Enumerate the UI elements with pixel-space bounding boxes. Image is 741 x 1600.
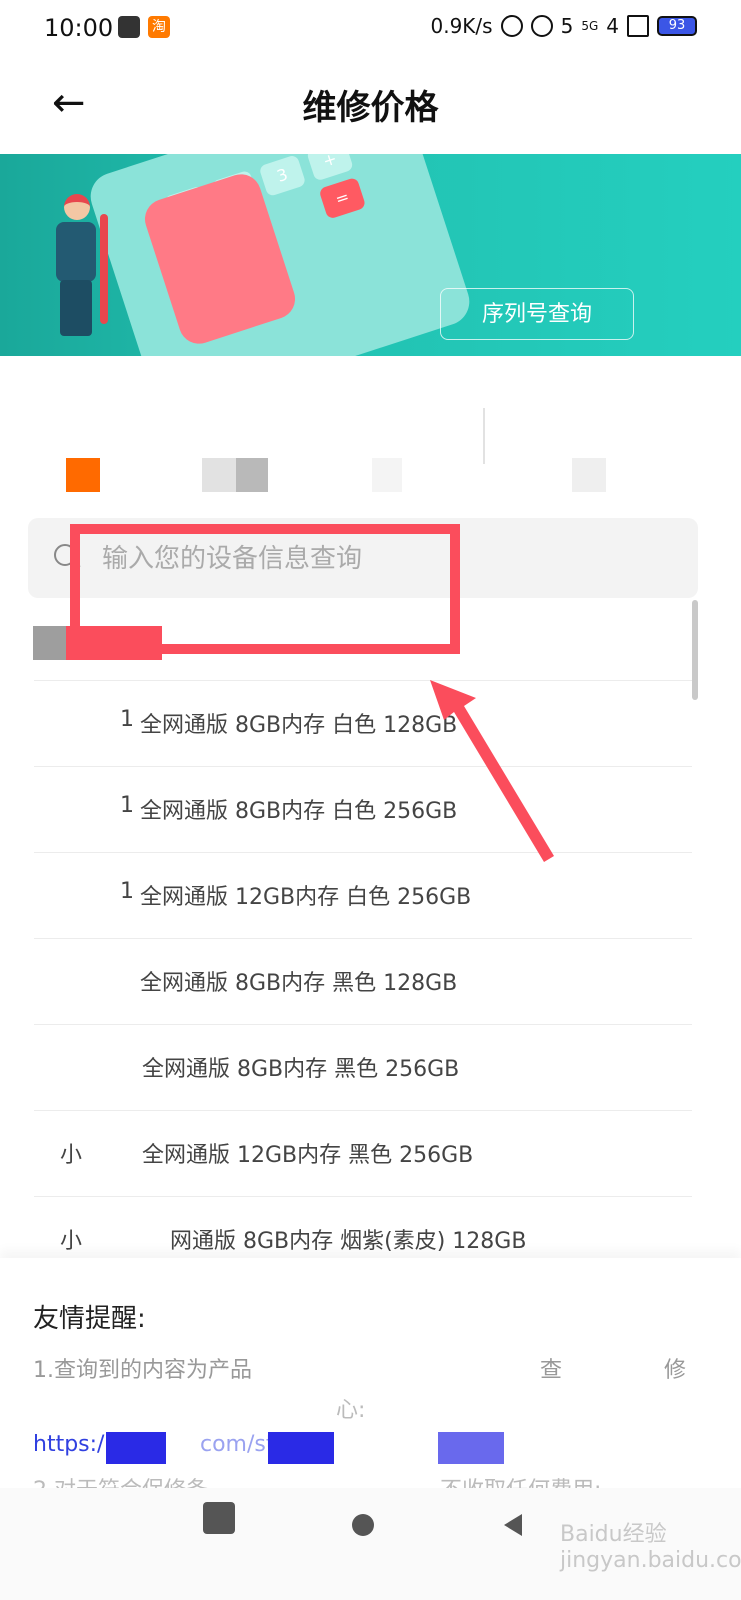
mute-icon bbox=[500, 15, 523, 37]
calc-key: 3 bbox=[258, 154, 307, 198]
list-item-label: 全网通版 8GB内存 黑色 256GB bbox=[142, 1057, 460, 1082]
list-item[interactable]: 全网通版 8GB内存 黑色 128GB bbox=[34, 938, 692, 1024]
list-item-label: 全网通版 12GB内存 白色 256GB bbox=[140, 885, 472, 910]
status-app-icons: 淘 bbox=[118, 16, 170, 38]
signal-5g: 5G bbox=[581, 19, 599, 33]
sim2-indicator: 4 bbox=[606, 14, 619, 38]
list-item-label: 全网通版 8GB内存 黑色 128GB bbox=[140, 971, 458, 996]
list-item-label: 全网通版 12GB内存 黑色 256GB bbox=[142, 1143, 474, 1168]
recents-button[interactable] bbox=[203, 1502, 235, 1534]
redacted-block bbox=[268, 1432, 334, 1464]
serial-query-button[interactable]: 序列号查询 bbox=[440, 288, 634, 340]
annotation-highlight-box bbox=[70, 524, 460, 654]
list-item-prefix: 小 bbox=[60, 1229, 83, 1254]
category-tab[interactable] bbox=[572, 458, 606, 492]
category-tab[interactable] bbox=[372, 458, 402, 492]
list-item-label: 全网通版 8GB内存 白色 128GB bbox=[140, 713, 458, 738]
battery-icon: 93 bbox=[657, 16, 697, 36]
taobao-icon: 淘 bbox=[148, 16, 170, 38]
alarm-icon bbox=[530, 15, 553, 37]
screwdriver-icon bbox=[100, 214, 108, 324]
category-tab[interactable] bbox=[202, 458, 236, 492]
list-item-prefix: 1 bbox=[120, 879, 134, 904]
list-item[interactable]: 全网通版 8GB内存 黑色 256GB bbox=[34, 1024, 692, 1110]
header: ← 维修价格 bbox=[0, 58, 741, 152]
list-item-prefix: 1 bbox=[120, 707, 134, 732]
product-list: 1 全网通版 8GB内存 白色 128GB 1 全网通版 8GB内存 白色 25… bbox=[34, 680, 692, 1261]
tips-title: 友情提醒: bbox=[33, 1304, 146, 1334]
tips-line-1-end: 修 bbox=[664, 1358, 687, 1383]
system-nav-bar: Baidu经验 jingyan.baidu.com bbox=[0, 1488, 741, 1600]
calc-key: = bbox=[318, 176, 367, 220]
status-right: 0.9K/s 5 5G 4 93 bbox=[430, 14, 697, 38]
tips-link[interactable]: https:/ bbox=[33, 1432, 104, 1457]
category-tab[interactable] bbox=[236, 458, 268, 492]
page-title: 维修价格 bbox=[302, 88, 439, 128]
status-time: 10:00 bbox=[44, 14, 114, 42]
list-item[interactable]: 1 全网通版 8GB内存 白色 256GB bbox=[34, 766, 692, 852]
wifi-icon bbox=[627, 15, 649, 37]
net-speed: 0.9K/s bbox=[430, 14, 493, 38]
nav-back-button[interactable] bbox=[504, 1514, 522, 1536]
list-item[interactable]: 1 全网通版 8GB内存 白色 128GB bbox=[34, 680, 692, 766]
banner: 0 . 3 + = 序列号查询 bbox=[0, 154, 741, 356]
tips-line-1: 1.查询到的内容为产品 bbox=[33, 1358, 252, 1383]
annotation-arrow bbox=[430, 680, 554, 862]
home-button[interactable] bbox=[352, 1514, 374, 1536]
category-tab-active[interactable] bbox=[66, 458, 100, 492]
redacted-block bbox=[438, 1432, 504, 1464]
tips-line-2: 心: bbox=[336, 1398, 366, 1423]
sim1-indicator: 5 bbox=[560, 14, 574, 38]
calc-key: + bbox=[306, 154, 354, 182]
scrollbar[interactable] bbox=[692, 600, 698, 700]
list-item-prefix: 1 bbox=[120, 793, 134, 818]
worker-illustration bbox=[46, 194, 108, 344]
status-bar: 10:00 淘 0.9K/s 5 5G 4 93 bbox=[0, 0, 741, 58]
category-tabs bbox=[0, 452, 741, 496]
list-item[interactable]: 小 网通版 8GB内存 烟紫(素皮) 128GB bbox=[34, 1196, 692, 1261]
list-item[interactable]: 1 全网通版 12GB内存 白色 256GB bbox=[34, 852, 692, 938]
list-item[interactable]: 小 全网通版 12GB内存 黑色 256GB bbox=[34, 1110, 692, 1196]
message-icon bbox=[118, 16, 140, 38]
list-item-prefix: 小 bbox=[60, 1143, 83, 1168]
baidu-watermark: Baidu经验 jingyan.baidu.com bbox=[560, 1522, 741, 1573]
list-item-label: 全网通版 8GB内存 白色 256GB bbox=[140, 799, 458, 824]
redacted-block bbox=[106, 1432, 166, 1464]
tips-line-1-mid: 查 bbox=[540, 1358, 563, 1383]
list-item-label: 网通版 8GB内存 烟紫(素皮) 128GB bbox=[170, 1229, 527, 1254]
series-tag bbox=[33, 626, 67, 660]
tips-panel: 友情提醒: 1.查询到的内容为产品 查 修 心: https:/ com/sta… bbox=[0, 1258, 741, 1503]
